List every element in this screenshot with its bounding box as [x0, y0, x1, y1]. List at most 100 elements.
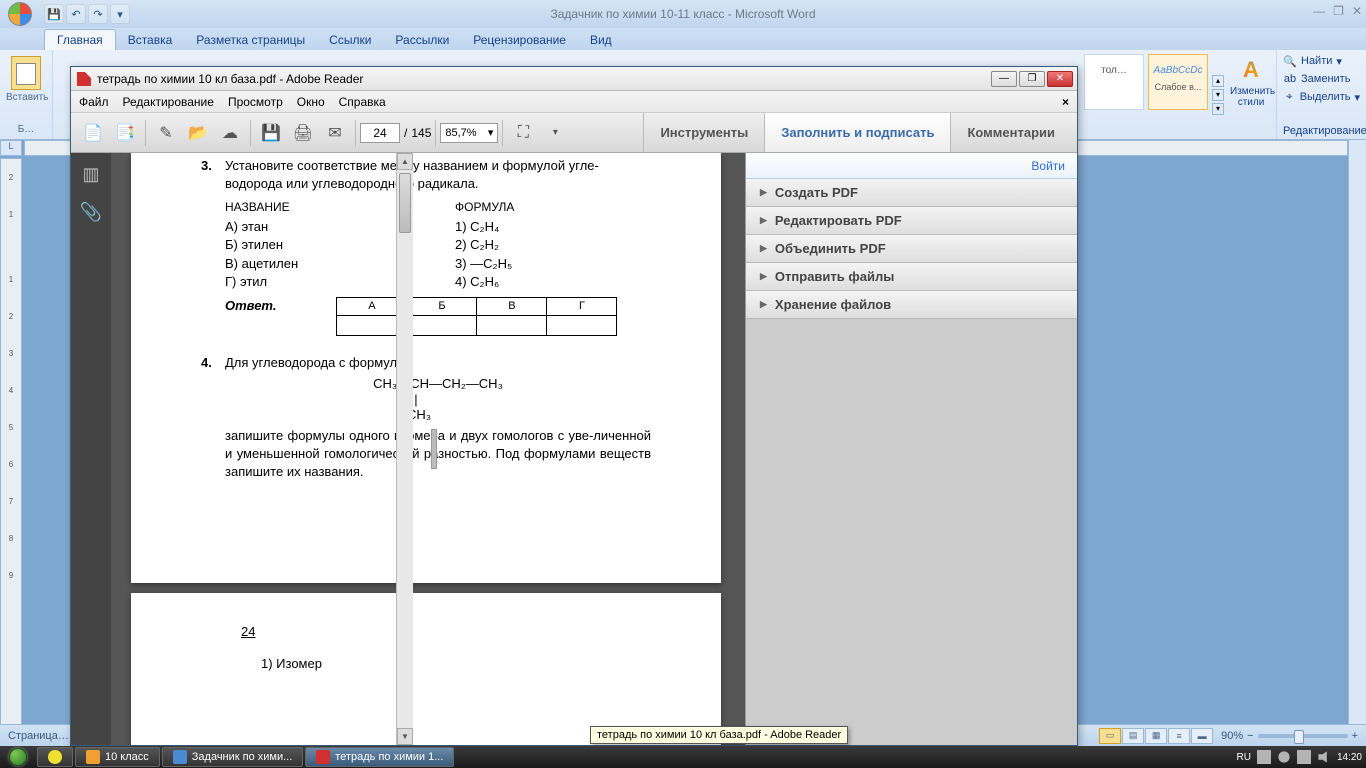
- login-link[interactable]: Войти: [746, 153, 1077, 179]
- word-scrollbar[interactable]: [1348, 140, 1366, 746]
- tab-view[interactable]: Вид: [578, 30, 624, 50]
- minimize-icon[interactable]: —: [1313, 4, 1325, 18]
- taskbar-item-adobe[interactable]: тетрадь по химии 1...: [305, 747, 454, 767]
- start-button[interactable]: [0, 746, 36, 768]
- adobe-document-view[interactable]: 3. Установите соответствие между названи…: [111, 153, 745, 745]
- cloud-icon[interactable]: ☁: [216, 119, 244, 147]
- tool-send-files[interactable]: ▶Отправить файлы: [746, 263, 1077, 291]
- find-button[interactable]: 🔍Найти ▾: [1283, 52, 1360, 70]
- open-icon[interactable]: 📄: [79, 119, 107, 147]
- zoom-value[interactable]: 90%: [1221, 730, 1243, 742]
- tab-review[interactable]: Рецензирование: [461, 30, 578, 50]
- styles-more-icon[interactable]: ▾: [1212, 103, 1224, 115]
- adobe-restore-icon[interactable]: ❐: [1019, 71, 1045, 87]
- network-icon[interactable]: [1297, 750, 1311, 764]
- undo-icon[interactable]: ↶: [66, 4, 86, 24]
- view-buttons: ▭ ▤ ▦ ≡ ▬: [1099, 728, 1213, 744]
- tool-file-storage[interactable]: ▶Хранение файлов: [746, 291, 1077, 319]
- taskbar-tooltip: тетрадь по химии 10 кл база.pdf - Adobe …: [590, 726, 848, 744]
- print-icon[interactable]: 🖨: [289, 119, 317, 147]
- adobe-title-bar[interactable]: тетрадь по химии 10 кл база.pdf - Adobe …: [71, 67, 1077, 91]
- adobe-nav-pane: ▥ 📎: [71, 153, 111, 745]
- tray-icon[interactable]: [1277, 750, 1291, 764]
- save-copy-icon[interactable]: 📑: [111, 119, 139, 147]
- save-icon[interactable]: 💾: [44, 4, 64, 24]
- tray-icon[interactable]: [1257, 750, 1271, 764]
- save-icon[interactable]: 💾: [257, 119, 285, 147]
- qat-dropdown-icon[interactable]: ▾: [110, 4, 130, 24]
- system-tray: RU 14:20: [1237, 750, 1362, 764]
- tab-layout[interactable]: Разметка страницы: [184, 30, 317, 50]
- pdf-page: 3. Установите соответствие между названи…: [131, 153, 721, 583]
- view-reading-icon[interactable]: ▤: [1122, 728, 1144, 744]
- view-draft-icon[interactable]: ▬: [1191, 728, 1213, 744]
- select-button[interactable]: ⌖Выделить ▾: [1283, 88, 1360, 106]
- thumbnails-icon[interactable]: ▥: [80, 163, 102, 185]
- pane-grip-icon[interactable]: [431, 429, 437, 469]
- ruler-corner[interactable]: L: [0, 140, 22, 156]
- clock[interactable]: 14:20: [1337, 752, 1362, 763]
- tool-create-pdf[interactable]: ▶Создать PDF: [746, 179, 1077, 207]
- vertical-ruler[interactable]: 21123456789: [0, 158, 22, 746]
- zoom-in-icon[interactable]: +: [1352, 730, 1358, 742]
- zoom-control: 90% − +: [1221, 730, 1358, 742]
- adobe-close-icon[interactable]: ✕: [1047, 71, 1073, 87]
- redo-icon[interactable]: ↷: [88, 4, 108, 24]
- zoom-combo[interactable]: 85,7%▾: [440, 123, 498, 143]
- tab-mailings[interactable]: Рассылки: [383, 30, 461, 50]
- zoom-out-icon[interactable]: −: [1247, 730, 1253, 742]
- change-styles-button[interactable]: A Изменить стили: [1226, 50, 1276, 139]
- window-controls: — ❐ ✕: [1313, 4, 1362, 18]
- language-indicator[interactable]: RU: [1237, 752, 1251, 763]
- view-web-icon[interactable]: ▦: [1145, 728, 1167, 744]
- sign-icon[interactable]: ✎: [152, 119, 180, 147]
- tab-tools[interactable]: Инструменты: [643, 113, 764, 152]
- clipboard-group: Вставить Б…: [0, 50, 53, 139]
- email-icon[interactable]: ✉: [321, 119, 349, 147]
- tab-references[interactable]: Ссылки: [317, 30, 383, 50]
- tab-insert[interactable]: Вставка: [116, 30, 185, 50]
- attachments-icon[interactable]: 📎: [80, 201, 102, 223]
- menu-edit[interactable]: Редактирование: [123, 95, 214, 109]
- replace-icon: ab: [1283, 72, 1297, 86]
- taskbar-item-word[interactable]: Задачник по хими...: [162, 747, 304, 767]
- page-total: 145: [411, 126, 431, 140]
- view-outline-icon[interactable]: ≡: [1168, 728, 1190, 744]
- menu-help[interactable]: Справка: [339, 95, 386, 109]
- replace-button[interactable]: abЗаменить: [1283, 70, 1360, 88]
- tab-comments[interactable]: Комментарии: [950, 113, 1071, 152]
- view-print-icon[interactable]: ▭: [1099, 728, 1121, 744]
- restore-icon[interactable]: ❐: [1333, 4, 1344, 18]
- style-weak[interactable]: AaBbCcDc Слабое в...: [1148, 54, 1208, 110]
- taskbar-item-folder[interactable]: 10 класс: [75, 747, 160, 767]
- tab-home[interactable]: Главная: [44, 29, 116, 50]
- page-number-input[interactable]: [360, 123, 400, 143]
- styles-down-icon[interactable]: ▾: [1212, 89, 1224, 101]
- style-normal[interactable]: тол…: [1084, 54, 1144, 110]
- menu-view[interactable]: Просмотр: [228, 95, 283, 109]
- start-orb-icon: [9, 748, 27, 766]
- office-button[interactable]: [0, 0, 40, 28]
- adobe-reader-window: тетрадь по химии 10 кл база.pdf - Adobe …: [70, 66, 1078, 746]
- volume-icon[interactable]: [1317, 750, 1331, 764]
- close-icon[interactable]: ✕: [1352, 4, 1362, 18]
- tools-dropdown-icon[interactable]: ▾: [541, 119, 569, 147]
- answer-table: АБВГ: [336, 297, 617, 336]
- paste-button[interactable]: Вставить: [6, 54, 46, 103]
- styles-up-icon[interactable]: ▴: [1212, 75, 1224, 87]
- tool-combine-pdf[interactable]: ▶Объединить PDF: [746, 235, 1077, 263]
- zoom-slider[interactable]: [1258, 734, 1348, 738]
- pdf-icon: [77, 72, 91, 86]
- fit-page-icon[interactable]: ⛶: [509, 119, 537, 147]
- adobe-scrollbar[interactable]: ▲▼: [396, 153, 413, 745]
- page-indicator[interactable]: Страница…: [8, 730, 69, 742]
- folder-icon[interactable]: 📂: [184, 119, 212, 147]
- adobe-doc-close-icon[interactable]: ×: [1062, 95, 1069, 109]
- menu-window[interactable]: Окно: [297, 95, 325, 109]
- adobe-minimize-icon[interactable]: —: [991, 71, 1017, 87]
- menu-file[interactable]: Файл: [79, 95, 109, 109]
- taskbar-item-browser[interactable]: [37, 747, 73, 767]
- tool-edit-pdf[interactable]: ▶Редактировать PDF: [746, 207, 1077, 235]
- tab-fill-sign[interactable]: Заполнить и подписать: [764, 113, 950, 152]
- ribbon-tabs: Главная Вставка Разметка страницы Ссылки…: [0, 28, 1366, 50]
